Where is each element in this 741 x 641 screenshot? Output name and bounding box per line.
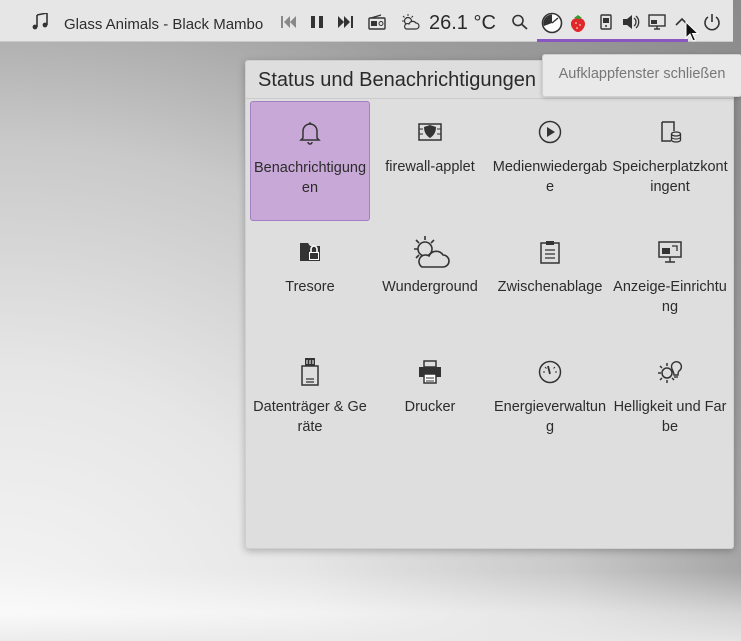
vault-icon bbox=[297, 239, 323, 265]
tray-item-label: Wunderground bbox=[382, 279, 478, 295]
divider bbox=[246, 98, 733, 99]
play-circle-icon bbox=[537, 119, 563, 145]
tray-item-power-management[interactable]: Energieverwaltung bbox=[490, 341, 610, 461]
tray-item-vaults[interactable]: Tresore bbox=[250, 221, 370, 341]
tray-item-clipboard[interactable]: Zwischenablage bbox=[490, 221, 610, 341]
music-note-icon[interactable] bbox=[30, 13, 50, 31]
temperature-readout[interactable]: 26.1 °C bbox=[429, 12, 496, 35]
strawberry-icon[interactable] bbox=[567, 12, 589, 34]
tray-item-label: Zwischenablage bbox=[497, 279, 603, 295]
next-track-icon[interactable] bbox=[336, 14, 354, 30]
tray-item-label: Drucker bbox=[404, 399, 456, 415]
display-icon[interactable] bbox=[648, 14, 666, 30]
bell-icon bbox=[297, 120, 323, 146]
gauge-icon bbox=[537, 359, 563, 385]
tray-item-notifications[interactable]: Benachrichtigungen bbox=[250, 101, 370, 221]
display-config-icon bbox=[657, 239, 683, 265]
media-track-title[interactable]: Glass Animals - Black Mambo bbox=[64, 16, 263, 33]
tray-item-label: Helligkeit und Farbe bbox=[613, 399, 727, 435]
tray-item-display-config[interactable]: Anzeige-Einrichtung bbox=[610, 221, 730, 341]
storage-device-icon[interactable] bbox=[597, 14, 615, 30]
tray-item-label: Speicherplatzkontingent bbox=[612, 159, 728, 195]
search-icon[interactable] bbox=[511, 14, 529, 30]
tray-item-media-playback[interactable]: Medienwiedergabe bbox=[490, 101, 610, 221]
activity-icon[interactable] bbox=[541, 12, 563, 34]
weather-icon[interactable] bbox=[400, 14, 420, 30]
disk-quota-icon bbox=[657, 119, 683, 145]
firewall-icon bbox=[417, 119, 443, 145]
top-panel: Glass Animals - Black Mambo 26.1 °C bbox=[0, 0, 733, 42]
tray-item-label: Medienwiedergabe bbox=[492, 159, 608, 195]
tray-item-label: firewall-applet bbox=[385, 159, 475, 175]
system-tray-popup: Status und Benachrichtigungen Benachrich… bbox=[245, 60, 734, 549]
mouse-cursor-icon bbox=[685, 21, 699, 43]
printer-icon bbox=[417, 359, 443, 385]
power-icon[interactable] bbox=[703, 13, 721, 31]
usb-drive-icon bbox=[297, 357, 323, 387]
tray-item-disks-devices[interactable]: Datenträger & Geräte bbox=[250, 341, 370, 461]
expanded-indicator bbox=[537, 39, 688, 42]
tray-item-label: Tresore bbox=[285, 279, 335, 295]
wallpaper-haze bbox=[0, 571, 741, 641]
radio-icon[interactable] bbox=[368, 14, 386, 30]
weather-cloud-icon bbox=[410, 235, 450, 269]
close-popup-tooltip: Aufklappfenster schließen bbox=[542, 54, 741, 97]
tray-item-label: Datenträger & Geräte bbox=[253, 399, 367, 435]
tray-item-label: Anzeige-Einrichtung bbox=[613, 279, 727, 315]
pause-icon[interactable] bbox=[308, 14, 326, 30]
popup-title: Status und Benachrichtigungen bbox=[258, 69, 536, 91]
tray-item-printers[interactable]: Drucker bbox=[370, 341, 490, 461]
tray-item-label: Benachrichtigungen bbox=[253, 160, 367, 196]
volume-icon[interactable] bbox=[622, 14, 640, 30]
tray-item-brightness[interactable]: Helligkeit und Farbe bbox=[610, 341, 730, 461]
previous-track-icon[interactable] bbox=[280, 14, 298, 30]
clipboard-icon bbox=[537, 239, 563, 265]
tray-item-wunderground[interactable]: Wunderground bbox=[370, 221, 490, 341]
tray-item-disk-quota[interactable]: Speicherplatzkontingent bbox=[610, 101, 730, 221]
brightness-icon bbox=[657, 359, 683, 385]
tray-item-label: Energieverwaltung bbox=[493, 399, 607, 435]
tray-item-firewall[interactable]: firewall-applet bbox=[370, 101, 490, 221]
